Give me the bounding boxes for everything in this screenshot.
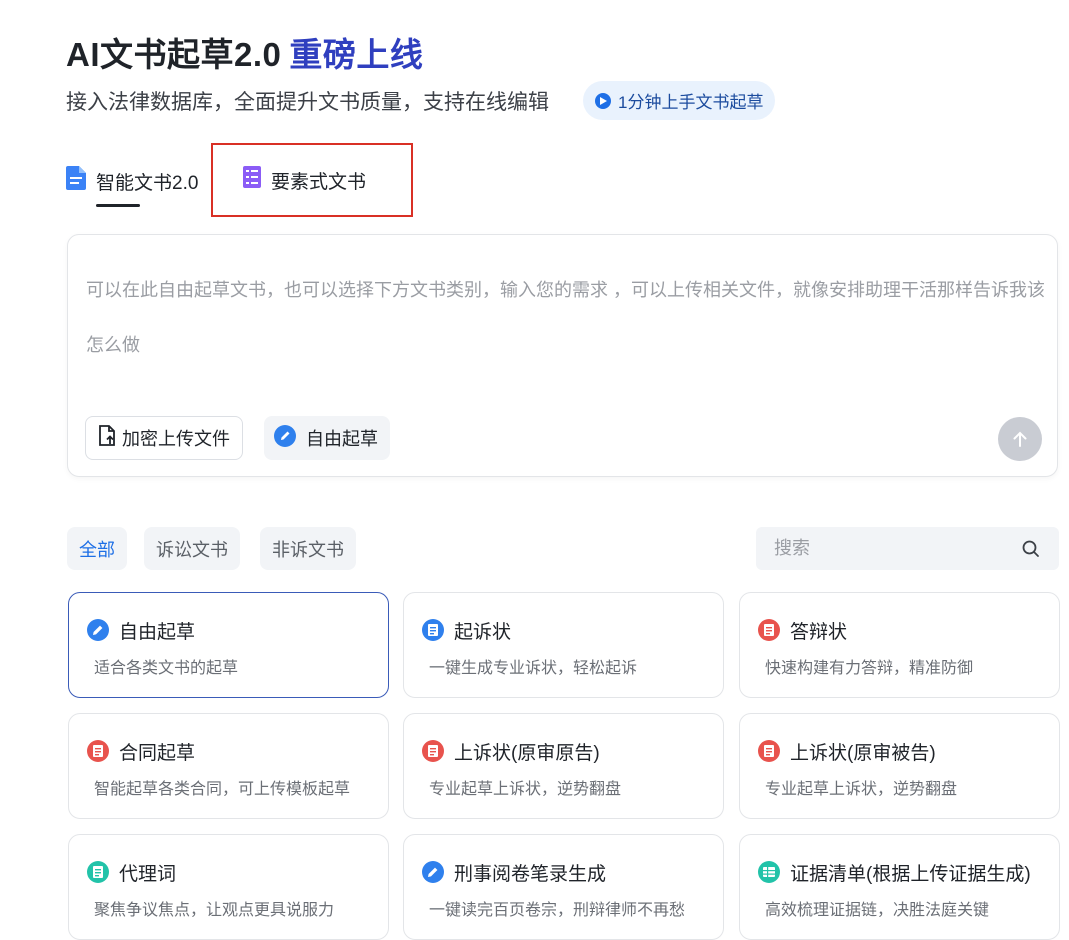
document-icon [422, 619, 444, 641]
title-accent: 重磅上线 [289, 36, 424, 73]
card-desc: 适合各类文书的起草 [94, 660, 239, 677]
quick-start-video-button[interactable]: 1分钟上手文书起草 [583, 81, 776, 120]
doc-card-appeal-plaintiff[interactable]: 上诉状(原审原告) 专业起草上诉状，逆势翻盘 [403, 713, 724, 819]
doc-card-free-draft[interactable]: 自由起草 适合各类文书的起草 [68, 592, 389, 698]
card-desc: 高效梳理证据链，决胜法庭关键 [765, 902, 990, 919]
card-desc: 快速构建有力答辩，精准防御 [765, 660, 974, 677]
encrypted-upload-button[interactable]: 加密上传文件 [85, 416, 243, 460]
file-upload-icon [98, 424, 116, 452]
card-title: 答辩状 [790, 622, 848, 643]
filter-non-litigation[interactable]: 非诉文书 [260, 527, 356, 570]
highlight-annotation-box [211, 143, 413, 217]
free-draft-label: 自由起草 [306, 429, 378, 449]
search-input[interactable] [756, 527, 1016, 570]
active-tab-indicator [96, 204, 140, 207]
document-icon [66, 166, 86, 196]
table-icon [758, 861, 780, 883]
doc-card-agency-statement[interactable]: 代理词 聚焦争议焦点，让观点更具说服力 [68, 834, 389, 940]
card-title: 刑事阅卷笔录生成 [454, 864, 607, 885]
card-desc: 智能起草各类合同，可上传模板起草 [94, 781, 351, 798]
document-icon [422, 740, 444, 762]
tab-label: 智能文书2.0 [96, 172, 199, 194]
pen-icon [87, 619, 109, 641]
doc-card-evidence-list[interactable]: 证据清单(根据上传证据生成) 高效梳理证据链，决胜法庭关键 [739, 834, 1060, 940]
card-title: 上诉状(原审被告) [790, 743, 936, 764]
card-desc: 一键生成专业诉状，轻松起诉 [429, 660, 638, 677]
card-title: 起诉状 [454, 622, 512, 643]
doc-card-criminal-file-notes[interactable]: 刑事阅卷笔录生成 一键读完百页卷宗，刑辩律师不再愁 [403, 834, 724, 940]
arrow-up-icon [1013, 431, 1027, 447]
send-button[interactable] [998, 417, 1042, 461]
pen-icon [422, 861, 444, 883]
tab-smart-document[interactable]: 智能文书2.0 [66, 166, 198, 196]
card-desc: 一键读完百页卷宗，刑辩律师不再愁 [429, 902, 686, 919]
document-icon [758, 740, 780, 762]
play-icon [595, 92, 611, 109]
card-title: 证据清单(根据上传证据生成) [790, 864, 1031, 885]
page-title: AI文书起草2.0 重磅上线 [66, 28, 423, 76]
card-title: 合同起草 [119, 743, 196, 764]
card-desc: 聚焦争议焦点，让观点更具说服力 [94, 902, 335, 919]
title-main: AI文书起草2.0 [66, 36, 282, 73]
doc-card-defense[interactable]: 答辩状 快速构建有力答辩，精准防御 [739, 592, 1060, 698]
search-icon[interactable] [1022, 540, 1040, 558]
card-desc: 专业起草上诉状，逆势翻盘 [429, 781, 622, 798]
draft-editor[interactable]: 可以在此自由起草文书，也可以选择下方文书类别，输入您的需求 ，可以上传相关文件，… [67, 234, 1058, 477]
card-title: 代理词 [119, 864, 177, 885]
pen-icon [274, 424, 296, 452]
card-title: 自由起草 [119, 622, 196, 643]
document-icon [87, 740, 109, 762]
doc-card-appeal-defendant[interactable]: 上诉状(原审被告) 专业起草上诉状，逆势翻盘 [739, 713, 1060, 819]
search-box[interactable] [756, 527, 1059, 570]
doc-card-contract[interactable]: 合同起草 智能起草各类合同，可上传模板起草 [68, 713, 389, 819]
card-title: 上诉状(原审原告) [454, 743, 600, 764]
card-desc: 专业起草上诉状，逆势翻盘 [765, 781, 958, 798]
doc-card-complaint[interactable]: 起诉状 一键生成专业诉状，轻松起诉 [403, 592, 724, 698]
upload-label: 加密上传文件 [122, 429, 230, 449]
free-draft-button[interactable]: 自由起草 [264, 416, 390, 460]
document-icon [87, 861, 109, 883]
filter-all[interactable]: 全部 [67, 527, 127, 570]
document-icon [758, 619, 780, 641]
quick-start-label: 1分钟上手文书起草 [618, 93, 764, 112]
editor-placeholder[interactable]: 可以在此自由起草文书，也可以选择下方文书类别，输入您的需求 ，可以上传相关文件，… [86, 263, 1046, 373]
page-subtitle: 接入法律数据库，全面提升文书质量，支持在线编辑 [66, 91, 549, 114]
filter-litigation[interactable]: 诉讼文书 [144, 527, 240, 570]
